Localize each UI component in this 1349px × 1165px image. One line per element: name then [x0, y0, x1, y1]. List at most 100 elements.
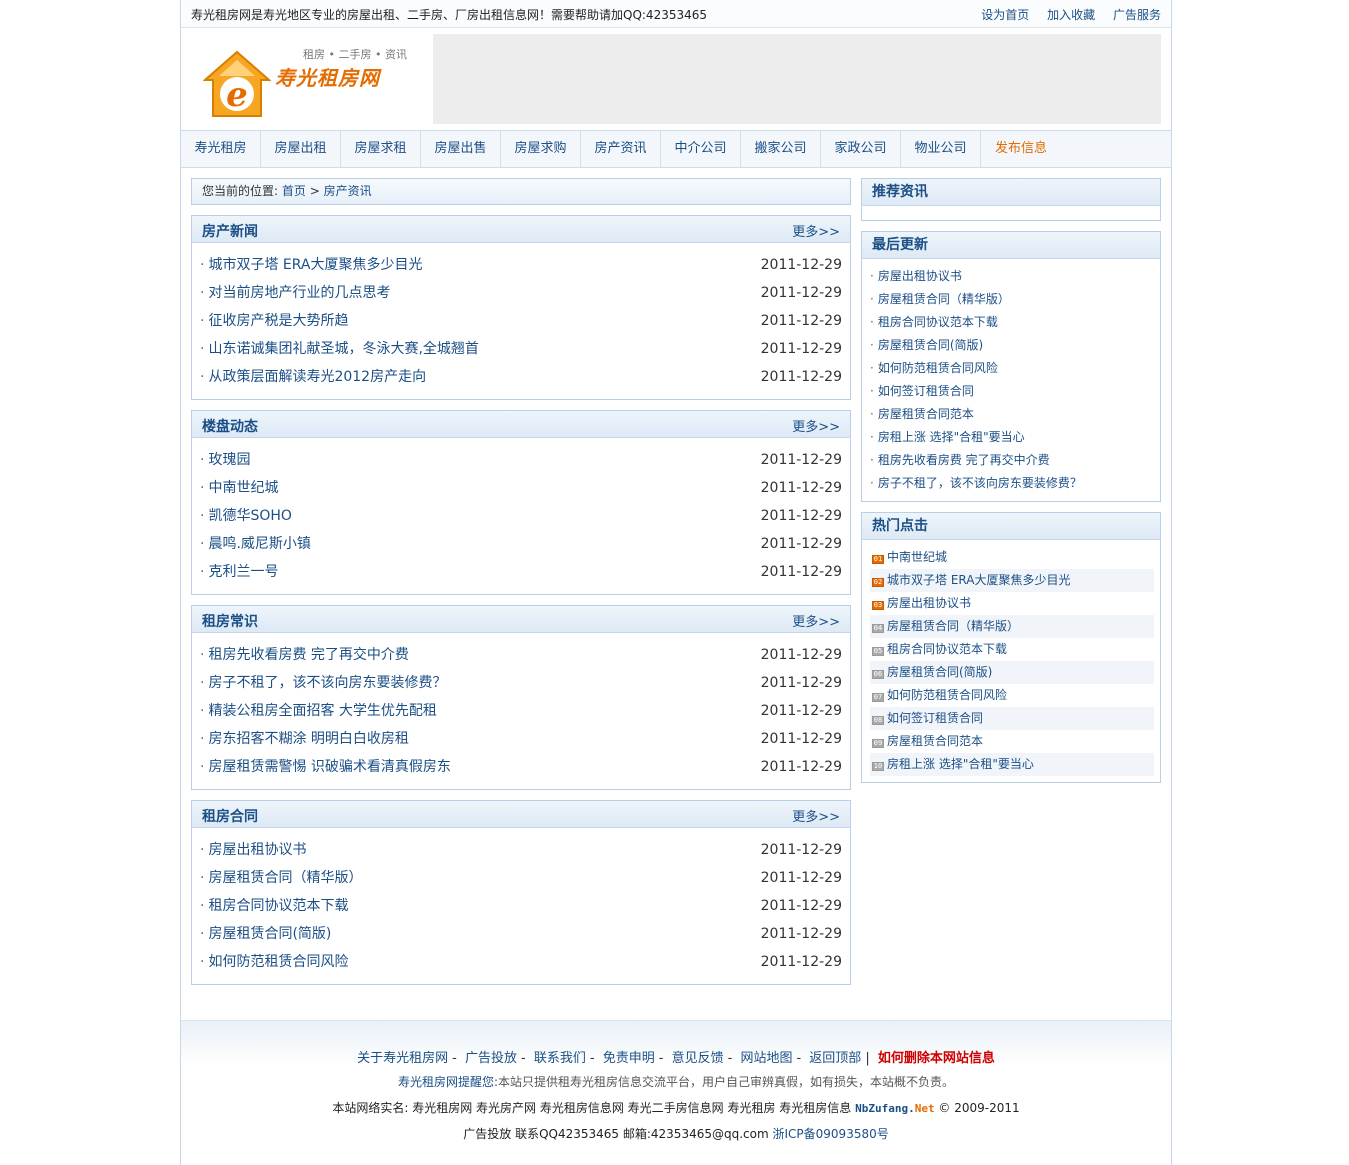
article-link[interactable]: 房屋租赁合同(简版) [208, 926, 331, 942]
article-link[interactable]: 克利兰一号 [208, 564, 278, 580]
article-link[interactable]: 晨鸣.威尼斯小镇 [208, 536, 310, 552]
latest-item[interactable]: · 房屋租赁合同范本 [870, 403, 1154, 426]
more-link[interactable]: 更多>> [792, 416, 840, 435]
nav-item-sell[interactable]: 房屋出售 [421, 131, 501, 167]
list-item: · 房屋租赁合同（精华版） 2011-12-29 [200, 864, 842, 892]
footer-link-delete-info[interactable]: 如何删除本网站信息 [878, 1051, 995, 1066]
more-link[interactable]: 更多>> [792, 806, 840, 825]
article-link[interactable]: 房东招客不糊涂 明明白白收房租 [208, 731, 408, 747]
nav-item-rent-out[interactable]: 房屋出租 [261, 131, 341, 167]
bullet-icon: · [870, 407, 874, 421]
article-link[interactable]: 租房合同协议范本下载 [208, 898, 348, 914]
article-link[interactable]: 从政策层面解读寿光2012房产走向 [208, 369, 426, 385]
latest-item[interactable]: · 租房先收看房费 完了再交中介费 [870, 449, 1154, 472]
nav-item-housekeeping[interactable]: 家政公司 [821, 131, 901, 167]
add-favorite-link[interactable]: 加入收藏 [1047, 8, 1095, 22]
brand-main: NbZufang. [855, 1102, 915, 1115]
article-link[interactable]: 征收房产税是大势所趋 [208, 313, 348, 329]
latest-item[interactable]: · 房屋出租协议书 [870, 265, 1154, 288]
breadcrumb-home[interactable]: 首页 [282, 184, 306, 198]
more-link[interactable]: 更多>> [792, 611, 840, 630]
article-link[interactable]: 房子不租了，该不该向房东要装修费？ [208, 675, 446, 691]
section-property-news: 房产新闻 更多>> · 城市双子塔 ERA大厦聚焦多少目光 2011-12-29 ·… [191, 215, 851, 400]
article-link[interactable]: 对当前房地产行业的几点思考 [208, 285, 390, 301]
list-item: · 玫瑰园 2011-12-29 [200, 446, 842, 474]
article-link[interactable]: 租房先收看房费 完了再交中介费 [208, 647, 408, 663]
ad-service-link[interactable]: 广告服务 [1113, 8, 1161, 22]
footer-link-disclaimer[interactable]: 免责申明 [603, 1051, 655, 1066]
footer-link-contact[interactable]: 联系我们 [534, 1051, 586, 1066]
section-list: · 租房先收看房费 完了再交中介费 2011-12-29 · 房子不租了，该不该向房东… [192, 633, 850, 789]
logo-tagline: 租房 • 二手房 • 资讯 [303, 48, 407, 61]
icp-link[interactable]: 浙ICP备09093580号 [773, 1127, 889, 1141]
set-homepage-link[interactable]: 设为首页 [981, 8, 1029, 22]
hot-item[interactable]: 08 如何签订租赁合同 [870, 707, 1154, 730]
article-link[interactable]: 山东诺诚集团礼献圣城，冬泳大赛,全城翘首 [208, 341, 478, 357]
hot-item[interactable]: 07 如何防范租赁合同风险 [870, 684, 1154, 707]
article-date: 2011-12-29 [760, 285, 842, 301]
nav-item-property[interactable]: 物业公司 [901, 131, 981, 167]
footer-link-feedback[interactable]: 意见反馈 [672, 1051, 724, 1066]
footer-link-top[interactable]: 返回顶部 [809, 1051, 861, 1066]
svg-text:e: e [226, 75, 248, 115]
section-header: 租房合同 更多>> [192, 801, 850, 828]
breadcrumb-current[interactable]: 房产资讯 [324, 184, 372, 198]
latest-item-title: 如何防范租赁合同风险 [877, 361, 998, 375]
latest-item[interactable]: · 如何签订租赁合同 [870, 380, 1154, 403]
hot-item[interactable]: 06 房屋租赁合同(简版) [870, 661, 1154, 684]
footer-link-about[interactable]: 关于寿光租房网 [357, 1051, 448, 1066]
list-item: · 凯德华SOHO 2011-12-29 [200, 502, 842, 530]
nav-item-seek-rent[interactable]: 房屋求租 [341, 131, 421, 167]
hot-item[interactable]: 10 房租上涨 选择"合租"要当心 [870, 753, 1154, 776]
article-link[interactable]: 房屋租赁合同（精华版） [208, 870, 362, 886]
nav-item-publish[interactable]: 发布信息 [981, 131, 1061, 167]
bullet-icon: · [200, 285, 205, 301]
footer-domains: 本站网络实名: 寿光租房网 寿光房产网 寿光租房信息网 寿光二手房信息网 寿光租… [181, 1099, 1171, 1116]
article-date: 2011-12-29 [760, 508, 842, 524]
bullet-icon: · [200, 703, 205, 719]
article-date: 2011-12-29 [760, 870, 842, 886]
article-link[interactable]: 凯德华SOHO [208, 508, 291, 524]
hot-item[interactable]: 01 中南世纪城 [870, 546, 1154, 569]
latest-item[interactable]: · 房租上涨 选择"合租"要当心 [870, 426, 1154, 449]
hot-item[interactable]: 09 房屋租赁合同范本 [870, 730, 1154, 753]
nav-item-news[interactable]: 房产资讯 [581, 131, 661, 167]
more-link[interactable]: 更多>> [792, 221, 840, 240]
article-link[interactable]: 中南世纪城 [208, 480, 278, 496]
nav-item-agency[interactable]: 中介公司 [661, 131, 741, 167]
hot-item[interactable]: 05 租房合同协议范本下载 [870, 638, 1154, 661]
rank-icon: 02 [872, 578, 884, 587]
footer-separator: - [727, 1051, 733, 1066]
latest-item-title: 如何签订租赁合同 [877, 384, 974, 398]
footer-link-sitemap[interactable]: 网站地图 [740, 1051, 792, 1066]
hot-item[interactable]: 03 房屋出租协议书 [870, 592, 1154, 615]
latest-item[interactable]: · 租房合同协议范本下载 [870, 311, 1154, 334]
hot-item[interactable]: 02 城市双子塔 ERA大厦聚焦多少目光 [870, 569, 1154, 592]
article-link[interactable]: 如何防范租赁合同风险 [208, 954, 348, 970]
article-link[interactable]: 玫瑰园 [208, 452, 250, 468]
article-link[interactable]: 房屋出租协议书 [208, 842, 306, 858]
top-links: 设为首页 加入收藏 广告服务 [967, 6, 1161, 23]
latest-item[interactable]: · 房屋租赁合同（精华版） [870, 288, 1154, 311]
latest-item[interactable]: · 如何防范租赁合同风险 [870, 357, 1154, 380]
latest-item[interactable]: · 房屋租赁合同(简版) [870, 334, 1154, 357]
list-item: · 对当前房地产行业的几点思考 2011-12-29 [200, 279, 842, 307]
hot-item[interactable]: 04 房屋租赁合同（精华版） [870, 615, 1154, 638]
nav-item-home[interactable]: 寿光租房 [181, 131, 261, 167]
copyright: © 2009-2011 [938, 1101, 1020, 1115]
nav-item-buy[interactable]: 房屋求购 [501, 131, 581, 167]
header-ad-banner[interactable] [433, 34, 1161, 124]
rank-icon: 04 [872, 624, 884, 633]
bullet-icon: · [200, 257, 205, 273]
bullet-icon: · [200, 898, 205, 914]
article-date: 2011-12-29 [760, 898, 842, 914]
article-link[interactable]: 城市双子塔 ERA大厦聚焦多少目光 [208, 257, 422, 273]
article-link[interactable]: 精装公租房全面招客 大学生优先配租 [208, 703, 436, 719]
breadcrumb-prefix: 您当前的位置: [202, 184, 279, 198]
nav-item-moving[interactable]: 搬家公司 [741, 131, 821, 167]
article-link[interactable]: 房屋租赁需警惕 识破骗术看清真假房东 [208, 759, 450, 775]
site-logo[interactable]: e 租房 • 二手房 • 资讯 寿光租房网 [203, 42, 413, 128]
footer-link-ads[interactable]: 广告投放 [465, 1051, 517, 1066]
section-title: 房产新闻 [202, 224, 258, 240]
latest-item[interactable]: · 房子不租了，该不该向房东要装修费？ [870, 472, 1154, 495]
